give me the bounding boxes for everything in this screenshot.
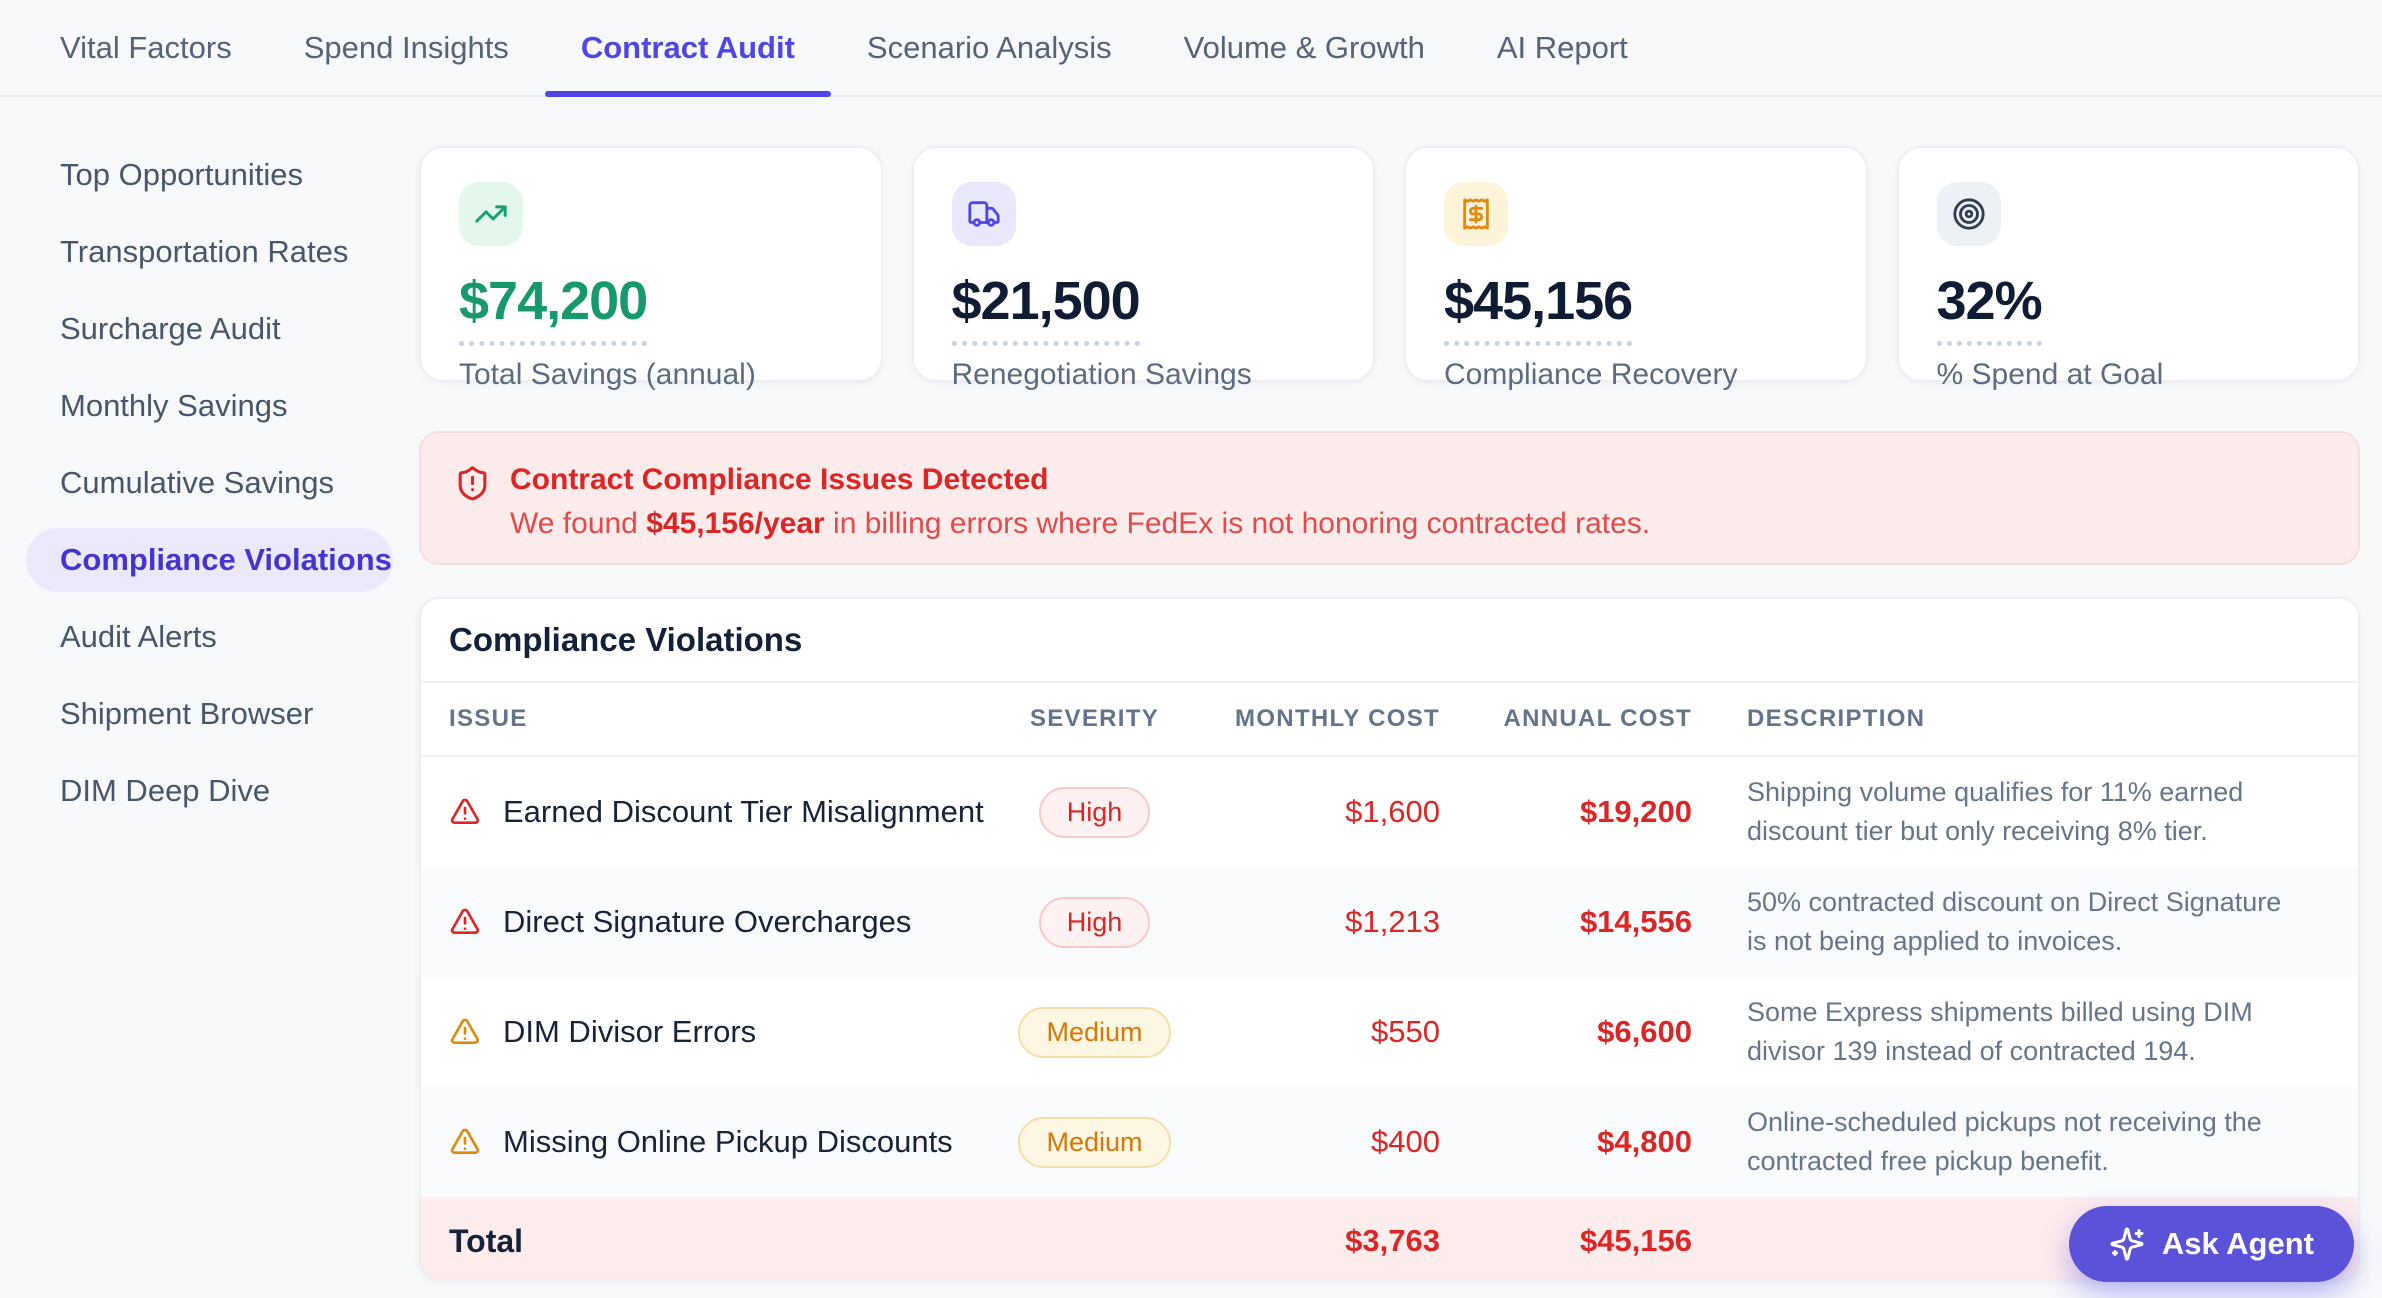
tab-spend-insights[interactable]: Spend Insights	[268, 0, 545, 95]
alert-title: Contract Compliance Issues Detected	[510, 463, 1049, 496]
column-header-annual-cost: Annual Cost	[1503, 705, 1692, 732]
total-label: Total	[449, 1222, 524, 1259]
issue-description: Some Express shipments billed using DIM …	[1747, 996, 2253, 1066]
stat-value: $45,156	[1444, 270, 1633, 346]
compliance-alert-banner: Contract Compliance Issues Detected We f…	[419, 431, 2360, 565]
monthly-cost: $550	[1371, 1014, 1440, 1049]
column-header-severity: Severity	[1029, 705, 1160, 732]
stat-card-renegotiation-savings: $21,500 Renegotiation Savings	[911, 146, 1375, 391]
sidebar-item-compliance-violations[interactable]: Compliance Violations	[26, 528, 393, 592]
monthly-cost: $1,213	[1345, 904, 1440, 939]
total-annual-cost: $45,156	[1579, 1223, 1692, 1258]
monthly-cost: $1,600	[1345, 794, 1440, 829]
severity-badge: Medium	[1018, 1006, 1171, 1058]
column-header-issue: Issue	[449, 705, 528, 732]
table-row[interactable]: Missing Online Pickup Discounts Medium $…	[421, 1087, 2358, 1197]
sidebar: Top Opportunities Transportation Rates S…	[0, 97, 419, 1298]
severity-badge: High	[1038, 786, 1151, 838]
table-total-row: Total $3,763 $45,156	[421, 1197, 2358, 1279]
truck-icon	[951, 182, 1016, 246]
sidebar-item-shipment-browser[interactable]: Shipment Browser	[26, 682, 393, 746]
stat-cards-row: $74,200 Total Savings (annual) $21,500 R…	[419, 146, 2360, 391]
sidebar-item-surcharge-audit[interactable]: Surcharge Audit	[26, 297, 393, 361]
stat-card-spend-at-goal: 32% % Spend at Goal	[1896, 146, 2360, 391]
warning-triangle-icon	[450, 1018, 480, 1044]
warning-triangle-icon	[450, 1128, 480, 1154]
compliance-violations-table: Compliance Violations Issue Severity Mon…	[419, 597, 2360, 1281]
issue-name: DIM Divisor Errors	[503, 1014, 757, 1049]
sidebar-item-audit-alerts[interactable]: Audit Alerts	[26, 605, 393, 669]
target-icon	[1936, 182, 2001, 246]
issue-description: Shipping volume qualifies for 11% earned…	[1747, 776, 2244, 846]
stat-label: Compliance Recovery	[1444, 358, 1738, 391]
ask-agent-button[interactable]: Ask Agent	[2068, 1206, 2354, 1282]
sidebar-item-top-opportunities[interactable]: Top Opportunities	[26, 143, 393, 207]
severity-badge: Medium	[1018, 1116, 1171, 1168]
ask-agent-label: Ask Agent	[2161, 1226, 2314, 1261]
table-row[interactable]: DIM Divisor Errors Medium $550 $6,600 So…	[421, 977, 2358, 1087]
severity-badge: High	[1038, 896, 1151, 948]
stat-card-total-savings: $74,200 Total Savings (annual)	[419, 146, 883, 391]
table-title: Compliance Violations	[449, 621, 803, 658]
sidebar-item-transportation-rates[interactable]: Transportation Rates	[26, 220, 393, 284]
total-monthly-cost: $3,763	[1345, 1223, 1440, 1258]
tab-volume-growth[interactable]: Volume & Growth	[1148, 0, 1461, 95]
table-header-row: Issue Severity Monthly Cost Annual Cost …	[421, 683, 2358, 757]
table-row[interactable]: Direct Signature Overcharges High $1,213…	[421, 867, 2358, 977]
column-header-monthly-cost: Monthly Cost	[1235, 705, 1440, 732]
main-content: $74,200 Total Savings (annual) $21,500 R…	[419, 97, 2360, 1281]
stat-label: Renegotiation Savings	[951, 358, 1252, 391]
tab-contract-audit[interactable]: Contract Audit	[544, 0, 832, 97]
warning-triangle-icon	[450, 908, 480, 934]
warning-triangle-icon	[450, 798, 480, 824]
annual-cost: $6,600	[1597, 1014, 1692, 1049]
shield-alert-icon	[458, 466, 487, 501]
tab-ai-report[interactable]: AI Report	[1461, 0, 1664, 95]
issue-name: Direct Signature Overcharges	[503, 904, 912, 939]
issue-name: Earned Discount Tier Misalignment	[503, 794, 984, 829]
sidebar-item-monthly-savings[interactable]: Monthly Savings	[26, 374, 393, 438]
stat-card-compliance-recovery: $45,156 Compliance Recovery	[1404, 146, 1868, 391]
tab-vital-factors[interactable]: Vital Factors	[24, 0, 268, 95]
sidebar-item-cumulative-savings[interactable]: Cumulative Savings	[26, 451, 393, 515]
tab-scenario-analysis[interactable]: Scenario Analysis	[831, 0, 1148, 95]
alert-body: We found $45,156/year in billing errors …	[510, 507, 1651, 540]
sidebar-item-dim-deep-dive[interactable]: DIM Deep Dive	[26, 759, 393, 823]
sparkles-icon	[2110, 1227, 2144, 1261]
stat-label: Total Savings (annual)	[459, 358, 756, 391]
issue-name: Missing Online Pickup Discounts	[503, 1124, 953, 1159]
receipt-icon	[1444, 182, 1508, 246]
issue-description: Online-scheduled pickups not receiving t…	[1747, 1106, 2262, 1176]
annual-cost: $4,800	[1597, 1124, 1692, 1159]
issue-description: 50% contracted discount on Direct Signat…	[1747, 886, 2282, 956]
annual-cost: $14,556	[1579, 904, 1692, 939]
top-tab-bar: Vital Factors Spend Insights Contract Au…	[0, 0, 2382, 97]
contract-audit-page: Vital Factors Spend Insights Contract Au…	[0, 0, 2382, 1298]
annual-cost: $19,200	[1579, 794, 1692, 829]
stat-value: $21,500	[951, 270, 1141, 346]
monthly-cost: $400	[1371, 1124, 1440, 1159]
stat-value: 32%	[1936, 270, 2043, 346]
alert-amount: $45,156/year	[646, 507, 825, 540]
stat-label: % Spend at Goal	[1936, 358, 2164, 391]
stat-value: $74,200	[459, 270, 648, 346]
trending-up-icon	[459, 182, 523, 246]
column-header-description: Description	[1747, 705, 1926, 732]
table-row[interactable]: Earned Discount Tier Misalignment High $…	[421, 757, 2358, 867]
